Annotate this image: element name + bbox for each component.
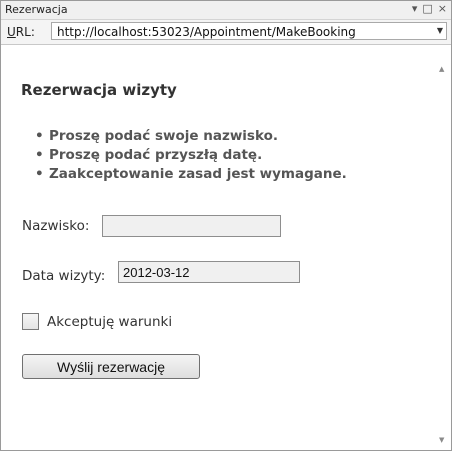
terms-checkbox[interactable] <box>22 313 39 330</box>
validation-error-date: • Proszę podać przyszłą datę. <box>35 146 347 165</box>
restore-icon[interactable]: □ <box>422 2 432 15</box>
bullet-icon: • <box>35 147 44 163</box>
url-field[interactable]: http://localhost:53023/Appointment/MakeB… <box>51 22 447 40</box>
url-history-dropdown-icon[interactable]: ▼ <box>437 26 443 35</box>
bullet-icon: • <box>35 166 44 182</box>
url-label-rest: RL: <box>15 25 35 39</box>
url-label: URL: <box>7 25 35 39</box>
validation-error-name: • Proszę podać swoje nazwisko. <box>35 127 347 146</box>
title-bar: Rezerwacja ▾ □ × <box>1 1 451 20</box>
date-label: Data wizyty: <box>22 268 106 284</box>
url-label-accesskey: U <box>7 25 16 39</box>
browser-window: Rezerwacja ▾ □ × URL: http://localhost:5… <box>0 0 452 451</box>
validation-error-text: Zaakceptowanie zasad jest wymagane. <box>49 166 347 182</box>
url-text: http://localhost:53023/Appointment/MakeB… <box>57 25 356 39</box>
address-bar: URL: http://localhost:53023/Appointment/… <box>1 20 451 45</box>
bullet-icon: • <box>35 128 44 144</box>
scroll-up-icon[interactable]: ▲ <box>439 65 444 73</box>
name-input[interactable] <box>102 215 281 237</box>
vertical-scrollbar[interactable]: ▲ ▼ <box>437 45 451 450</box>
validation-error-text: Proszę podać swoje nazwisko. <box>49 128 278 144</box>
terms-label[interactable]: Akceptuję warunki <box>47 314 172 330</box>
date-input[interactable] <box>118 261 300 283</box>
validation-error-terms: • Zaakceptowanie zasad jest wymagane. <box>35 165 347 184</box>
window-title: Rezerwacja <box>5 3 68 16</box>
page-content: Rezerwacja wizyty • Proszę podać swoje n… <box>1 45 437 450</box>
validation-summary: • Proszę podać swoje nazwisko. • Proszę … <box>35 127 347 184</box>
close-icon[interactable]: × <box>438 2 447 15</box>
validation-error-text: Proszę podać przyszłą datę. <box>49 147 263 163</box>
name-label: Nazwisko: <box>22 218 90 234</box>
window-menu-dropdown-icon[interactable]: ▾ <box>412 2 418 15</box>
scroll-down-icon[interactable]: ▼ <box>439 436 444 444</box>
submit-booking-button[interactable]: Wyślij rezerwację <box>22 354 200 379</box>
window-controls: ▾ □ × <box>412 2 447 15</box>
page-title: Rezerwacja wizyty <box>21 81 177 99</box>
